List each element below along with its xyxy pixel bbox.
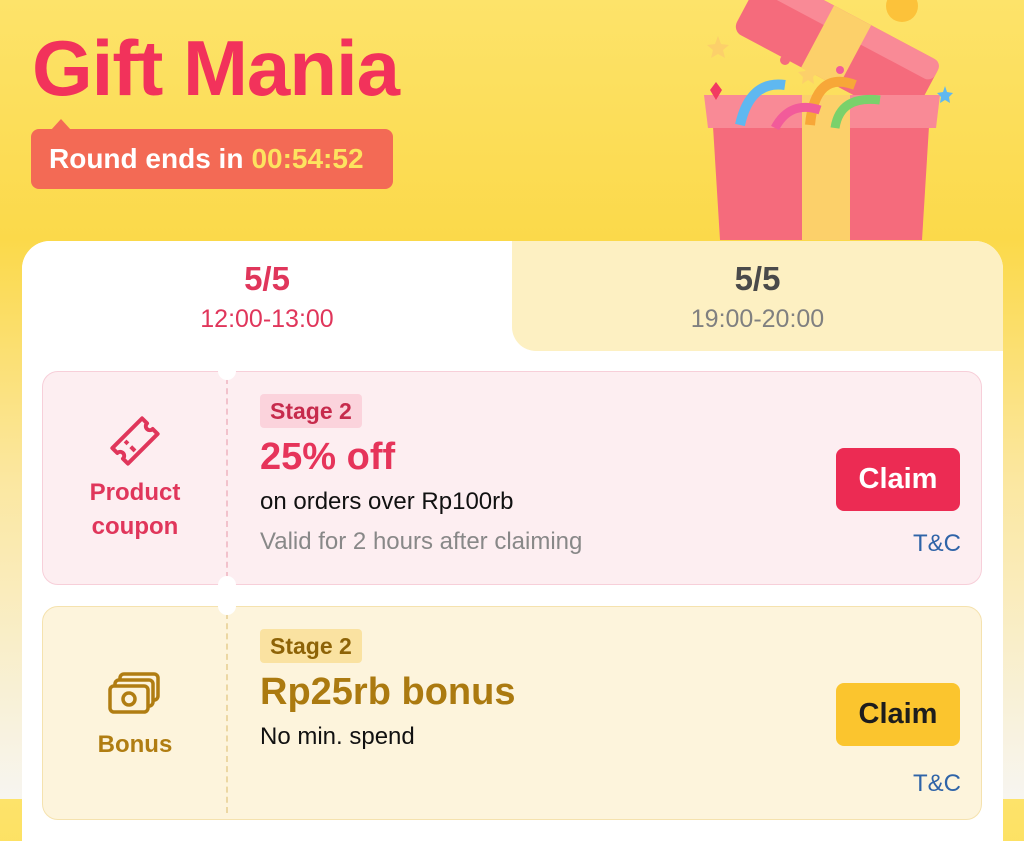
coupon-validity: Valid for 2 hours after claiming: [260, 528, 583, 555]
bonus-details: Stage 2 Rp25rb bonus No min. spend: [260, 629, 515, 753]
tab-date: 5/5: [734, 260, 781, 297]
card-type-label: Product coupon: [89, 479, 181, 540]
coupon-details: Stage 2 25% off on orders over Rp100rb V…: [260, 394, 582, 558]
terms-link[interactable]: T&C: [913, 770, 961, 798]
tab-time-range: 12:00-13:00: [200, 305, 334, 333]
cash-icon: [108, 672, 160, 714]
tab-round-2[interactable]: 5/5 19:00-20:00: [512, 241, 1003, 351]
tab-date: 5/5: [244, 260, 290, 297]
terms-link[interactable]: T&C: [913, 530, 961, 558]
card-type-label: Bonus: [97, 731, 173, 758]
bonus-card: Bonus Stage 2 Rp25rb bonus No min. spend…: [42, 597, 982, 820]
offers-panel: 5/5 12:00-13:00 5/5 19:00-20:00 Product …: [22, 241, 1003, 841]
ticket-icon: [110, 416, 160, 466]
bonus-condition: No min. spend: [260, 723, 415, 750]
card-type: Bonus: [43, 607, 227, 819]
tab-time-range: 19:00-20:00: [690, 305, 825, 333]
card-type: Product coupon: [43, 372, 227, 584]
stage-badge: Stage 2: [260, 629, 362, 663]
bonus-headline: Rp25rb bonus: [260, 671, 516, 713]
timer-label: Round ends in: [49, 143, 244, 174]
timer-countdown: 00:54:52: [251, 143, 364, 174]
product-coupon-card: Product coupon Stage 2 25% off on orders…: [42, 362, 982, 594]
page-title: Gift Mania: [32, 24, 400, 112]
coupon-condition: on orders over Rp100rb: [260, 488, 514, 515]
claim-bonus-button[interactable]: Claim: [836, 683, 960, 746]
round-timer-badge: Round ends in 00:54:52: [31, 119, 393, 189]
stage-badge: Stage 2: [260, 394, 362, 428]
claim-coupon-button[interactable]: Claim: [836, 448, 960, 511]
tab-round-1[interactable]: 5/5 12:00-13:00: [22, 241, 512, 351]
coupon-headline: 25% off: [260, 436, 396, 478]
gift-box-illustration: [704, 0, 953, 240]
